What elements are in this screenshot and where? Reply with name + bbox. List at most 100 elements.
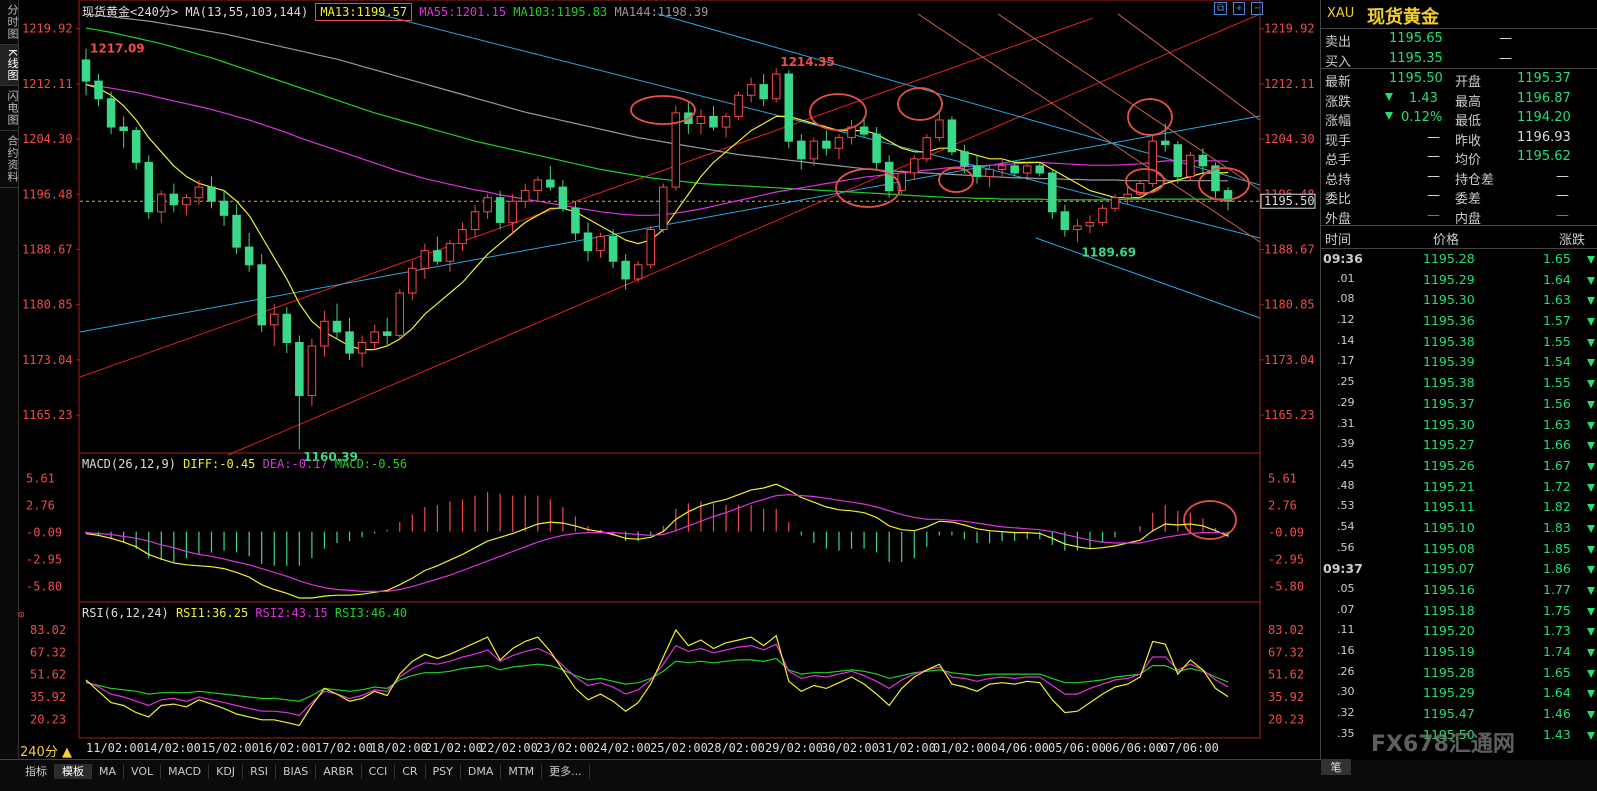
zoom-in-icon[interactable]: +: [1233, 2, 1246, 15]
window-controls: ⧉ + −: [1214, 2, 1264, 15]
x-axis-label: 25/02:00: [650, 741, 708, 755]
indicator-tab[interactable]: 指标: [18, 764, 55, 779]
price-axis-label-left: 1204.30: [22, 132, 73, 146]
candle-body: [997, 165, 1007, 170]
indicator-tab[interactable]: MA: [92, 764, 125, 779]
tick-price: 1195.30: [1423, 292, 1475, 308]
quote-row: 委比 — 委差 —: [1321, 186, 1597, 207]
period-selector[interactable]: 240分 ▲: [20, 741, 72, 760]
sell-price: 1195.65: [1389, 31, 1443, 46]
candle-body: [194, 186, 204, 199]
tab-contract-info[interactable]: 合约资料: [0, 131, 19, 189]
tick-row: .26 1195.28 1.65: [1321, 663, 1597, 684]
quote-row: 涨跌 1.43 最高 1196.87: [1321, 89, 1597, 110]
indicator-tab[interactable]: 更多...: [542, 764, 590, 779]
candle-body: [508, 200, 517, 223]
macd-axis-label-left: -5.80: [26, 580, 62, 594]
indicator-tab[interactable]: KDJ: [209, 764, 244, 779]
indicator-tabbar: 指标 模板 MA VOL MACD KDJ RSI BIAS ARBR CCI CR PSY DMA MT…: [0, 759, 1597, 791]
rsi-legend: RSI(6,12,24) RSI1:36.25 RSI2:43.15 RSI3:…: [82, 606, 407, 620]
indicator-tab[interactable]: BIAS: [276, 764, 317, 779]
quote-value: 1.43: [1409, 90, 1438, 106]
indicator-tab[interactable]: 模板: [55, 764, 92, 779]
tick-row: 09:36 1195.28 1.65: [1321, 249, 1597, 270]
tick-row: .07 1195.18 1.75: [1321, 601, 1597, 622]
tab-tick[interactable]: 笔: [1321, 759, 1351, 775]
tab-flash[interactable]: 闪电图: [0, 86, 19, 132]
down-arrow-icon: [1587, 318, 1595, 327]
x-axis-label: 16/02:00: [258, 741, 316, 755]
tick-list[interactable]: 09:36 1195.28 1.65 .01 1195.29 1.64 .08 1195.30…: [1321, 249, 1597, 746]
tick-row: .56 1195.08 1.85: [1321, 539, 1597, 560]
indicator-settings-icon[interactable]: ⊙: [18, 608, 25, 621]
tick-change: 1.64: [1543, 685, 1571, 701]
candle-body: [458, 228, 467, 245]
candle-body: [608, 236, 618, 262]
macd-legend: MACD(26,12,9) DIFF:-0.45 DEA:-0.17 MACD:…: [82, 457, 407, 471]
macd-params: MACD(26,12,9): [82, 457, 176, 471]
x-axis-label: 21/02:00: [425, 741, 483, 755]
highlight-circle: [630, 95, 696, 125]
tick-change: 1.55: [1543, 333, 1571, 349]
quote-label: 昨收: [1455, 133, 1482, 149]
down-arrow-icon: [1587, 566, 1595, 575]
buy-volume: —: [1499, 50, 1512, 66]
tick-change: 1.64: [1543, 271, 1571, 287]
quote-value: 1196.93: [1517, 129, 1571, 145]
price-axis-label-right: 1188.67: [1264, 242, 1315, 256]
quote-row: 外盘 — 内盘 —: [1321, 206, 1597, 227]
candle-body: [119, 126, 128, 132]
sell-label: 卖出: [1325, 35, 1352, 50]
tick-price: 1195.38: [1423, 333, 1475, 349]
x-axis-label: 22/02:00: [480, 741, 538, 755]
tick-time: .07: [1337, 602, 1355, 616]
tick-price: 1195.08: [1423, 540, 1475, 556]
tick-change: 1.46: [1543, 706, 1571, 722]
candle-body: [985, 168, 994, 177]
macd-axis-label-left: -0.09: [26, 525, 62, 539]
down-arrow-icon: [1587, 421, 1595, 430]
x-axis-label: 17/02:00: [315, 741, 373, 755]
indicator-tab[interactable]: ARBR: [316, 764, 362, 779]
indicator-tab[interactable]: MACD: [161, 764, 210, 779]
rsi2-legend: RSI2:43.15: [255, 606, 328, 620]
quote-stats: 最新 1195.50 开盘 1195.37 涨跌 1.43 最高 1196.87 涨幅 0.1…: [1321, 69, 1597, 227]
tab-kline[interactable]: K线图: [0, 45, 19, 87]
tick-header: 时间 价格 涨跌: [1321, 226, 1597, 249]
quote-row: 涨幅 0.12% 最低 1194.20: [1321, 108, 1597, 129]
restore-icon[interactable]: ⧉: [1214, 2, 1228, 15]
indicator-tab[interactable]: PSY: [426, 764, 461, 779]
macd-axis-label-right: 5.61: [1268, 471, 1297, 485]
candle-body: [1148, 140, 1157, 185]
candle-body: [571, 207, 580, 234]
kline-chart-canvas[interactable]: 1219.92 1219.92 1212.11 1212.11 1204.30 1204.…: [18, 0, 1320, 760]
macd-axis-label-right: -5.80: [1268, 580, 1304, 594]
indicator-tab[interactable]: RSI: [243, 764, 276, 779]
tick-change: 1.77: [1543, 582, 1571, 597]
quote-label: 最新: [1325, 75, 1352, 90]
tick-row: .54 1195.10 1.83: [1321, 518, 1597, 539]
sell-volume: —: [1499, 31, 1512, 46]
indicator-tab[interactable]: VOL: [124, 764, 162, 779]
down-arrow-icon: [1587, 504, 1595, 513]
zoom-out-icon[interactable]: −: [1251, 2, 1264, 15]
candle-body: [1198, 154, 1208, 167]
tab-timeshare[interactable]: 分时图: [0, 0, 19, 45]
candle-body: [445, 243, 455, 262]
x-axis-label: 11/02:00: [86, 741, 144, 755]
tick-change: 1.65: [1543, 251, 1571, 266]
tick-time: .17: [1337, 354, 1355, 368]
indicator-tab[interactable]: MTM: [501, 764, 543, 779]
candle-body: [1022, 165, 1032, 174]
x-axis-label: 01/02:00: [933, 741, 991, 755]
rsi-axis-label-left: 83.02: [30, 623, 66, 637]
x-axis-label: 30/02:00: [821, 741, 879, 755]
quote-value: —: [1556, 207, 1569, 223]
ma55-line: [85, 84, 1229, 216]
price-axis-label-left: 1165.23: [22, 408, 73, 422]
indicator-tab[interactable]: DMA: [461, 764, 502, 779]
down-arrow-icon: [1587, 256, 1595, 264]
indicator-tab[interactable]: CCI: [362, 764, 396, 779]
indicator-tab[interactable]: CR: [395, 764, 426, 779]
quote-value: —: [1427, 129, 1440, 145]
